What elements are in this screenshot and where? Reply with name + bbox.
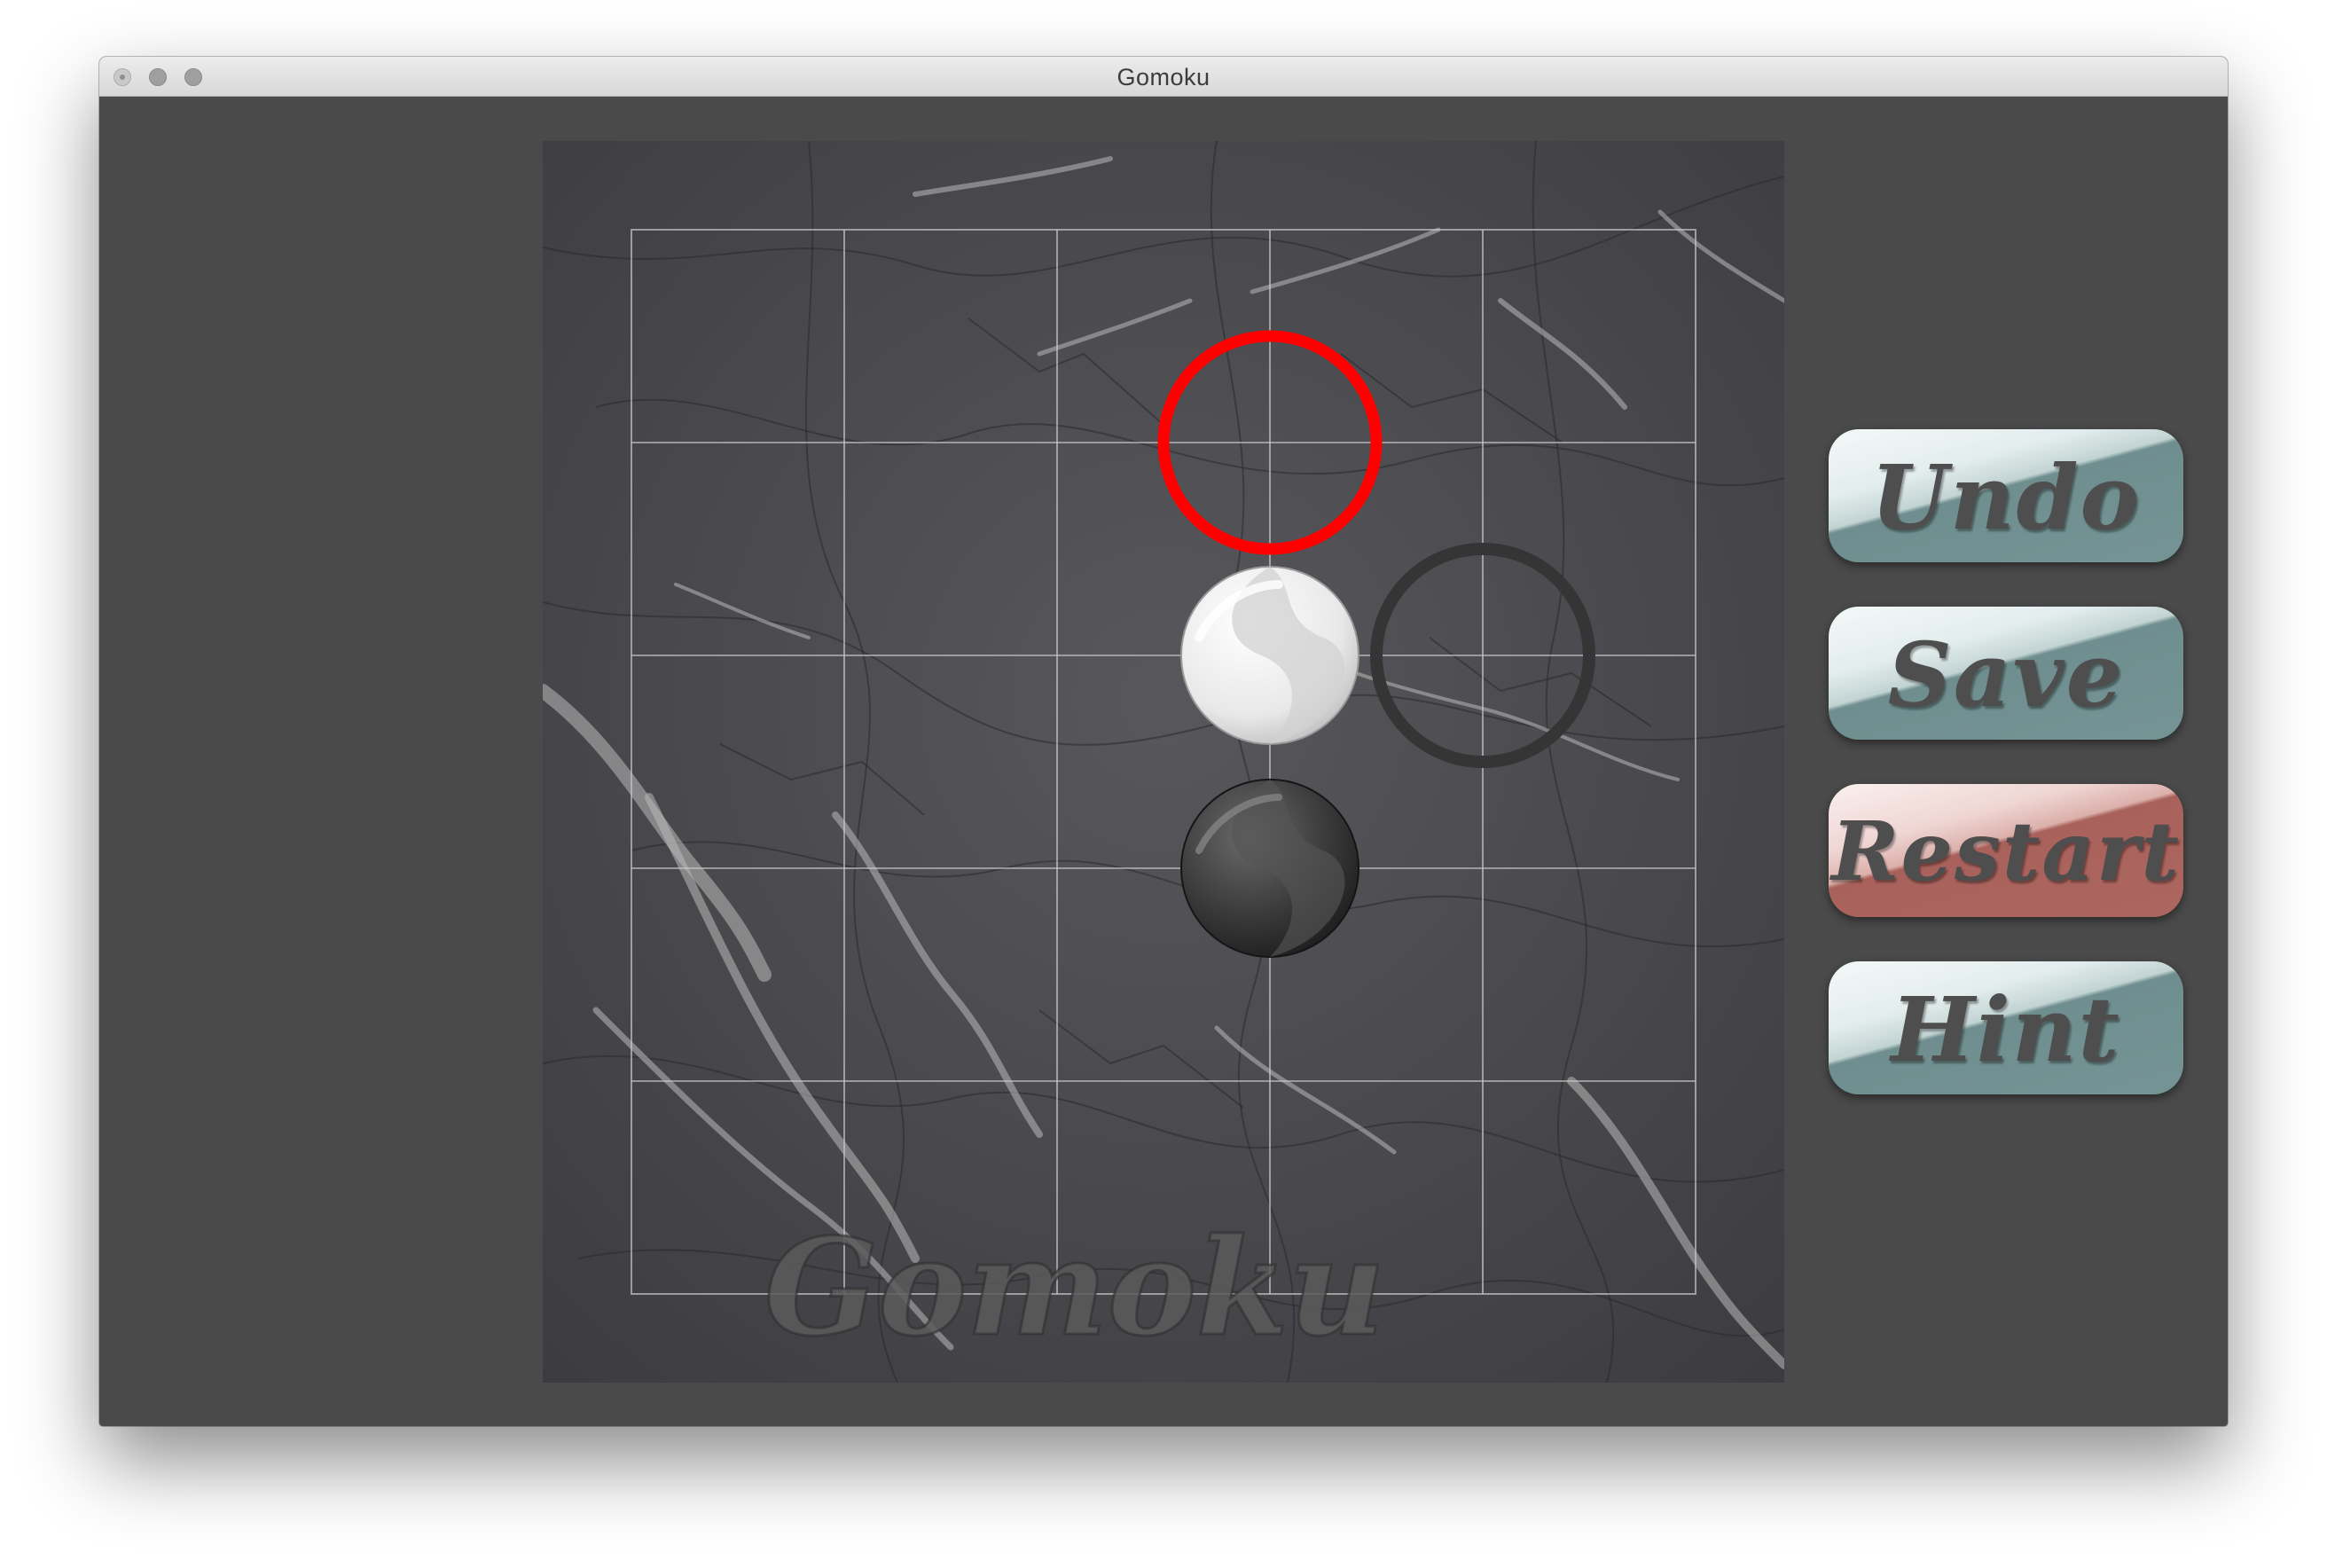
restart-button[interactable]: Restart — [1829, 784, 2183, 917]
app-window: Gomoku Gomoku Undo Save Restart Hint — [99, 57, 2228, 1426]
board-watermark: Gomoku — [764, 1209, 1387, 1368]
undo-label: Undo — [1870, 445, 2142, 550]
game-board[interactable]: Gomoku — [543, 141, 1784, 1383]
gomoku-watermark: Gomoku — [764, 1210, 1385, 1366]
black-stone — [1180, 779, 1359, 958]
white-stone — [1180, 566, 1359, 745]
hint-label: Hint — [1891, 977, 2121, 1082]
board-surface: Gomoku — [543, 141, 1784, 1383]
restart-label: Restart — [1831, 804, 2181, 899]
title-bar[interactable]: Gomoku — [99, 57, 2228, 97]
undo-button[interactable]: Undo — [1829, 429, 2183, 562]
hint-button[interactable]: Hint — [1829, 961, 2183, 1094]
window-title: Gomoku — [1116, 64, 1211, 90]
save-label: Save — [1887, 623, 2125, 727]
save-button[interactable]: Save — [1829, 607, 2183, 740]
